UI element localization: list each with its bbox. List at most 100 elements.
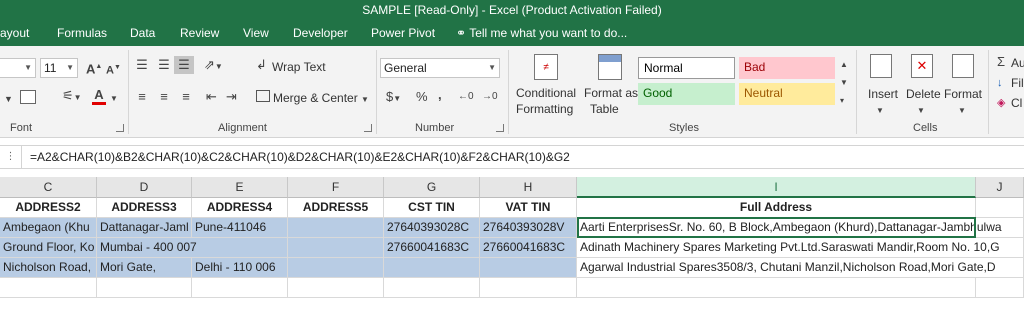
table-cell[interactable] [976, 278, 1024, 298]
styles-scroll-up-icon[interactable]: ▲ [840, 58, 848, 72]
styles-more-icon[interactable]: ▾ [840, 94, 844, 108]
tab-page-layout[interactable]: ayout [0, 26, 29, 40]
number-dialog-launcher-icon[interactable] [496, 124, 504, 132]
column-header[interactable]: F [288, 177, 384, 198]
column-header[interactable]: H [480, 177, 577, 198]
table-cell[interactable]: 27660041683C [384, 238, 480, 258]
table-cell[interactable]: CST TIN [384, 198, 480, 218]
border-dropdown-icon[interactable]: ▼ [4, 92, 13, 106]
table-cell[interactable] [288, 238, 384, 258]
orientation-icon[interactable]: ⇗▼ [204, 58, 223, 74]
decrease-decimal-icon[interactable]: →0 [482, 90, 498, 104]
style-neutral[interactable]: Neutral [739, 83, 835, 105]
tab-review[interactable]: Review [180, 26, 219, 40]
table-cell[interactable] [384, 278, 480, 298]
column-header[interactable]: J [976, 177, 1024, 198]
table-cell[interactable]: Ground Floor, Ko [0, 238, 97, 258]
table-cell[interactable]: ADDRESS5 [288, 198, 384, 218]
wrap-text-button[interactable]: Wrap Text [272, 60, 326, 74]
format-as-table-label-2[interactable]: Table [590, 102, 619, 116]
style-bad[interactable]: Bad [739, 57, 835, 79]
formula-input[interactable]: =A2&CHAR(10)&B2&CHAR(10)&C2&CHAR(10)&D2&… [30, 150, 570, 164]
conditional-formatting-label-1[interactable]: Conditional [516, 86, 576, 100]
font-size-dropdown[interactable]: 11 ▼ [40, 58, 78, 78]
column-header[interactable]: G [384, 177, 480, 198]
align-left-icon[interactable]: ≡ [134, 90, 150, 104]
align-right-icon[interactable]: ≡ [178, 90, 194, 104]
table-cell[interactable]: Dattanagar-Jaml [97, 218, 192, 238]
table-cell[interactable]: ADDRESS3 [97, 198, 192, 218]
tell-me-search[interactable]: ⚭ Tell me what you want to do... [456, 26, 627, 40]
table-cell[interactable] [0, 278, 97, 298]
formula-bar-expand-icon[interactable]: ⋮ [0, 146, 22, 168]
table-cell[interactable]: 27640393028V [480, 218, 577, 238]
table-cell[interactable] [480, 278, 577, 298]
table-cell[interactable] [577, 278, 976, 298]
increase-font-size-icon[interactable]: A▲ [86, 60, 102, 76]
format-dropdown-icon[interactable]: ▼ [958, 104, 966, 118]
styles-scroll-down-icon[interactable]: ▼ [840, 76, 848, 90]
column-header[interactable]: C [0, 177, 97, 198]
font-color-dropdown-icon[interactable]: ▼ [110, 92, 118, 106]
table-cell[interactable]: VAT TIN [480, 198, 577, 218]
clear-button[interactable]: Cl [1011, 96, 1022, 110]
table-cell[interactable] [288, 278, 384, 298]
insert-dropdown-icon[interactable]: ▼ [876, 104, 884, 118]
table-cell[interactable]: 27640393028C [384, 218, 480, 238]
table-cell[interactable]: Mori Gate, [97, 258, 192, 278]
align-top-icon[interactable]: ☰ [134, 58, 150, 72]
table-cell[interactable]: Mumbai - 400 007 [97, 238, 288, 258]
number-format-dropdown[interactable]: General ▼ [380, 58, 500, 78]
style-normal[interactable]: Normal [638, 57, 735, 79]
table-cell[interactable] [384, 258, 480, 278]
fill-button[interactable]: Fil [1011, 76, 1024, 90]
font-color-icon[interactable]: A [92, 88, 106, 105]
table-cell[interactable] [976, 198, 1024, 218]
table-cell[interactable]: Agarwal Industrial Spares3508/3, Chutani… [577, 258, 1024, 278]
decrease-font-size-icon[interactable]: A▼ [106, 61, 121, 78]
table-cell[interactable]: Full Address [577, 198, 976, 218]
table-cell[interactable]: Delhi - 110 006 [192, 258, 288, 278]
active-cell[interactable]: Aarti EnterprisesSr. No. 60, B Block,Amb… [577, 218, 1024, 238]
font-dialog-launcher-icon[interactable] [116, 124, 124, 132]
percent-button[interactable]: % [416, 90, 428, 104]
format-button[interactable]: Format [944, 87, 982, 101]
column-header[interactable]: E [192, 177, 288, 198]
delete-dropdown-icon[interactable]: ▼ [917, 104, 925, 118]
table-cell[interactable] [288, 218, 384, 238]
tab-formulas[interactable]: Formulas [57, 26, 107, 40]
style-good[interactable]: Good [638, 83, 735, 105]
increase-indent-icon[interactable]: ⇥ [226, 90, 237, 104]
table-cell[interactable]: Nicholson Road, [0, 258, 97, 278]
align-middle-icon[interactable]: ☰ [156, 58, 172, 72]
comma-button[interactable]: , [438, 88, 442, 102]
table-cell[interactable]: 27660041683C [480, 238, 577, 258]
align-bottom-icon[interactable]: ☰ [174, 56, 194, 74]
tab-data[interactable]: Data [130, 26, 155, 40]
table-cell[interactable] [288, 258, 384, 278]
column-header-selected[interactable]: I [577, 177, 976, 198]
borders-icon[interactable] [20, 90, 36, 104]
table-cell[interactable]: Ambegaon (Khu [0, 218, 97, 238]
tab-view[interactable]: View [243, 26, 269, 40]
insert-button[interactable]: Insert [868, 87, 898, 101]
conditional-formatting-label-2[interactable]: Formatting [516, 102, 573, 116]
table-cell[interactable]: ADDRESS4 [192, 198, 288, 218]
column-header[interactable]: D [97, 177, 192, 198]
merge-center-button[interactable]: Merge & Center [273, 91, 358, 105]
delete-button[interactable]: Delete [906, 87, 941, 101]
tab-power-pivot[interactable]: Power Pivot [371, 26, 435, 40]
merge-dropdown-icon[interactable]: ▼ [361, 93, 369, 107]
table-cell[interactable]: Adinath Machinery Spares Marketing Pvt.L… [577, 238, 1024, 258]
increase-decimal-icon[interactable]: ←0 [458, 90, 474, 104]
autosum-button[interactable]: Au [1011, 56, 1024, 70]
table-cell[interactable] [480, 258, 577, 278]
tab-developer[interactable]: Developer [293, 26, 348, 40]
currency-button[interactable]: $▼ [386, 90, 401, 106]
align-center-icon[interactable]: ≡ [156, 90, 172, 104]
fill-color-icon[interactable]: ⚟▼ [62, 89, 82, 105]
alignment-dialog-launcher-icon[interactable] [364, 124, 372, 132]
format-as-table-label-1[interactable]: Format as [584, 86, 638, 100]
table-cell[interactable] [97, 278, 192, 298]
table-cell[interactable]: ADDRESS2 [0, 198, 97, 218]
